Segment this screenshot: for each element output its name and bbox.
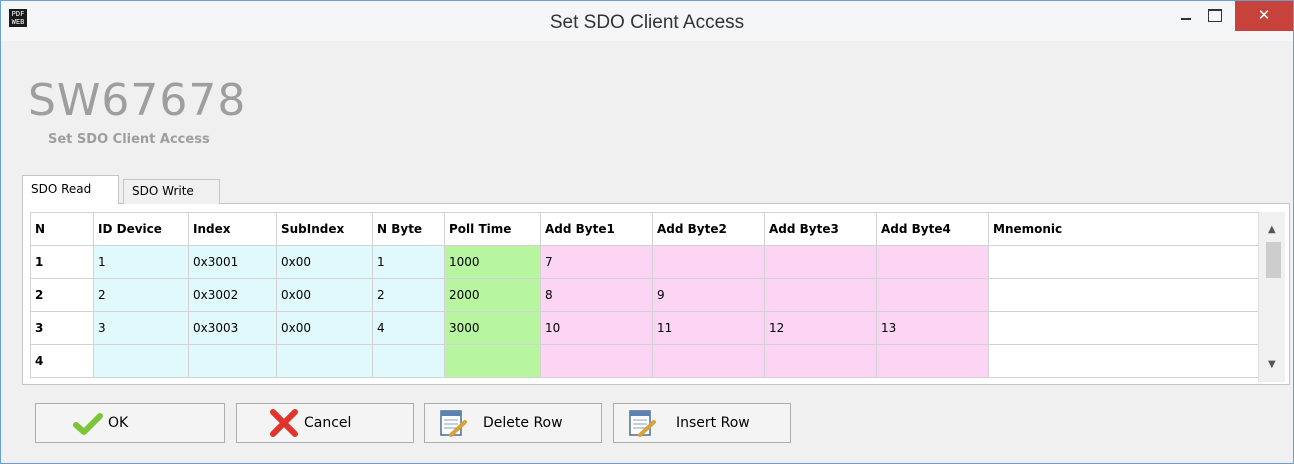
scroll-down-arrow-icon[interactable]: ▼: [1268, 359, 1276, 370]
cell-index[interactable]: [188, 344, 277, 378]
cell-n[interactable]: 3: [30, 311, 94, 345]
column-header[interactable]: Add Byte2: [652, 212, 765, 246]
cell-subindex[interactable]: 0x00: [276, 278, 373, 312]
cell-id-device[interactable]: 2: [93, 278, 189, 312]
cell-index[interactable]: 0x3002: [188, 278, 277, 312]
cell-add-byte1[interactable]: 10: [540, 311, 653, 345]
cell-id-device[interactable]: 3: [93, 311, 189, 345]
cell-add-byte2[interactable]: [652, 344, 765, 378]
cell-id-device[interactable]: [93, 344, 189, 378]
column-header[interactable]: Add Byte3: [764, 212, 877, 246]
column-header[interactable]: SubIndex: [276, 212, 373, 246]
title-bar[interactable]: PDF WEB Set SDO Client Access ✕: [1, 1, 1293, 41]
cell-index[interactable]: 0x3003: [188, 311, 277, 345]
cell-add-byte4[interactable]: [876, 245, 989, 279]
cell-index[interactable]: 0x3001: [188, 245, 277, 279]
product-code: SW67678: [28, 75, 247, 126]
delete-row-button[interactable]: Delete Row: [424, 403, 602, 443]
table-header-row: N ID Device Index SubIndex N Byte Poll T…: [30, 212, 1259, 246]
column-header[interactable]: Add Byte1: [540, 212, 653, 246]
delete-row-button-label: Delete Row: [483, 415, 563, 431]
product-subtitle: Set SDO Client Access: [48, 132, 210, 147]
sdo-read-table: N ID Device Index SubIndex N Byte Poll T…: [30, 212, 1259, 378]
cell-add-byte1[interactable]: 7: [540, 245, 653, 279]
cell-add-byte3[interactable]: [764, 245, 877, 279]
table-row[interactable]: 2 2 0x3002 0x00 2 2000 8 9: [30, 278, 1259, 312]
cell-poll-time[interactable]: 3000: [444, 311, 541, 345]
cell-n-byte[interactable]: 2: [372, 278, 445, 312]
tab-sdo-write[interactable]: SDO Write: [123, 179, 220, 204]
ok-button-label: OK: [108, 415, 129, 431]
column-header[interactable]: Index: [188, 212, 277, 246]
cell-poll-time[interactable]: 2000: [444, 278, 541, 312]
table-row[interactable]: 1 1 0x3001 0x00 1 1000 7: [30, 245, 1259, 279]
ok-button[interactable]: OK: [35, 403, 225, 443]
tab-sdo-read[interactable]: SDO Read: [22, 175, 119, 204]
cell-n-byte[interactable]: [372, 344, 445, 378]
cell-add-byte4[interactable]: [876, 344, 989, 378]
cell-mnemonic[interactable]: [988, 278, 1259, 312]
insert-row-button-label: Insert Row: [676, 415, 750, 431]
column-header[interactable]: N: [30, 212, 94, 246]
cell-mnemonic[interactable]: [988, 344, 1259, 378]
cancel-button-label: Cancel: [304, 415, 352, 431]
close-button[interactable]: ✕: [1235, 1, 1293, 31]
column-header[interactable]: Add Byte4: [876, 212, 989, 246]
cancel-button[interactable]: Cancel: [236, 403, 414, 443]
cell-n[interactable]: 2: [30, 278, 94, 312]
window-title: Set SDO Client Access: [549, 12, 745, 33]
column-header[interactable]: Mnemonic: [988, 212, 1259, 246]
cell-n[interactable]: 4: [30, 344, 94, 378]
checkmark-icon: [73, 413, 103, 435]
cell-add-byte4[interactable]: [876, 278, 989, 312]
cell-add-byte2[interactable]: 11: [652, 311, 765, 345]
cell-add-byte1[interactable]: [540, 344, 653, 378]
cell-mnemonic[interactable]: [988, 311, 1259, 345]
scroll-thumb[interactable]: [1266, 242, 1281, 278]
cell-id-device[interactable]: 1: [93, 245, 189, 279]
column-header[interactable]: N Byte: [372, 212, 445, 246]
cell-poll-time[interactable]: [444, 344, 541, 378]
insert-row-button[interactable]: Insert Row: [613, 403, 791, 443]
cell-add-byte2[interactable]: [652, 245, 765, 279]
cell-add-byte3[interactable]: [764, 344, 877, 378]
vertical-scrollbar[interactable]: ▲ ▼: [1258, 212, 1285, 382]
table-row[interactable]: 3 3 0x3003 0x00 4 3000 10 11 12 13: [30, 311, 1259, 345]
cell-add-byte3[interactable]: 12: [764, 311, 877, 345]
cell-add-byte1[interactable]: 8: [540, 278, 653, 312]
cell-subindex[interactable]: 0x00: [276, 311, 373, 345]
cell-n[interactable]: 1: [30, 245, 94, 279]
cell-n-byte[interactable]: 1: [372, 245, 445, 279]
cell-mnemonic[interactable]: [988, 245, 1259, 279]
cell-subindex[interactable]: 0x00: [276, 245, 373, 279]
cell-poll-time[interactable]: 1000: [444, 245, 541, 279]
cell-add-byte3[interactable]: [764, 278, 877, 312]
column-header[interactable]: Poll Time: [444, 212, 541, 246]
column-header[interactable]: ID Device: [93, 212, 189, 246]
cell-subindex[interactable]: [276, 344, 373, 378]
table-row[interactable]: 4: [30, 344, 1259, 378]
maximize-button[interactable]: [1197, 1, 1233, 31]
cell-add-byte2[interactable]: 9: [652, 278, 765, 312]
scroll-up-arrow-icon[interactable]: ▲: [1268, 224, 1276, 235]
cell-n-byte[interactable]: 4: [372, 311, 445, 345]
cell-add-byte4[interactable]: 13: [876, 311, 989, 345]
